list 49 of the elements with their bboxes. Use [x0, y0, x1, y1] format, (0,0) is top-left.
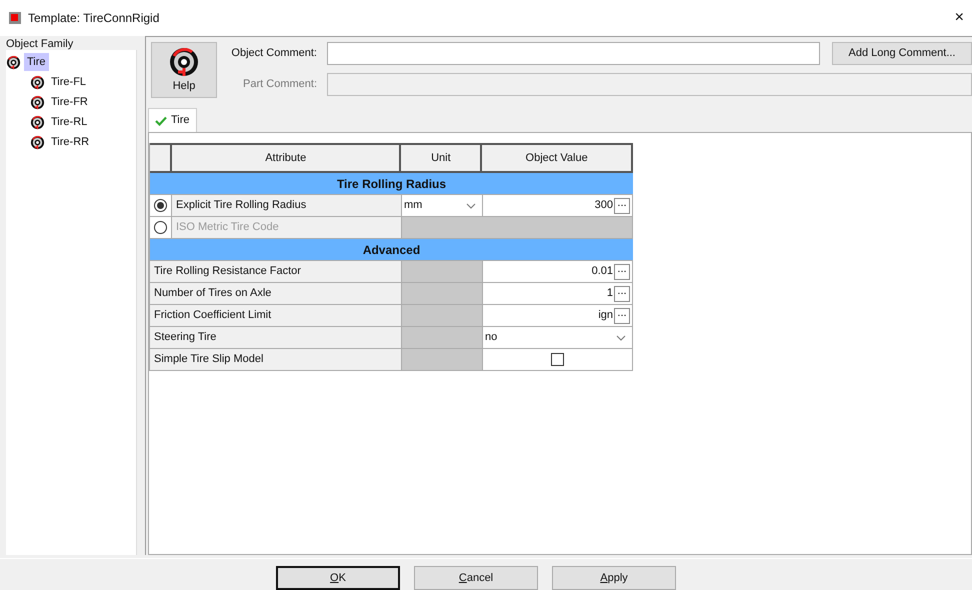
- ellipsis-button[interactable]: ...: [614, 198, 630, 214]
- table-cell-text: 1: [606, 286, 613, 302]
- table-cell: Simple Tire Slip Model: [150, 349, 402, 371]
- help-button[interactable]: Help: [151, 42, 217, 98]
- field-label: Part Comment:: [242, 77, 317, 92]
- close-button[interactable]: ×: [954, 10, 964, 26]
- table-cell: Friction Coefficient Limit: [150, 305, 402, 327]
- app-icon: [8, 11, 22, 25]
- tree-item[interactable]: Tire-FR: [48, 92, 91, 112]
- dialog-button[interactable]: OK: [276, 566, 400, 590]
- table-cell-text: ign: [598, 308, 613, 324]
- table-cell: Steering Tire: [150, 327, 402, 349]
- caret-icon: [616, 334, 626, 340]
- ellipsis-button[interactable]: ...: [614, 286, 630, 302]
- table-cell: ISO Metric Tire Code: [172, 217, 402, 239]
- column-header: Attribute: [172, 145, 402, 171]
- caret-icon: [466, 202, 476, 208]
- checkbox[interactable]: [551, 353, 564, 366]
- tree-item[interactable]: Tire-RL: [48, 112, 90, 132]
- dialog-button[interactable]: Apply: [552, 566, 676, 590]
- tree-item[interactable]: Tire: [24, 52, 49, 72]
- table-cell: Explicit Tire Rolling Radius: [172, 195, 402, 217]
- table-cell-text: 300: [594, 198, 613, 214]
- window-title: Template: TireConnRigid: [28, 10, 160, 27]
- tab[interactable]: Tire: [148, 108, 197, 132]
- add-long-comment-button[interactable]: Add Long Comment...: [832, 42, 972, 65]
- section-header: Tire Rolling Radius: [150, 173, 633, 195]
- tire-icon: [30, 74, 45, 90]
- column-header: Unit: [401, 145, 482, 171]
- tire-icon: [30, 94, 45, 110]
- field-label: Object Comment:: [230, 46, 317, 62]
- object-comment-field[interactable]: [327, 42, 820, 65]
- tire-icon: [30, 134, 45, 150]
- tire-help-icon: [168, 46, 200, 78]
- section-header: Advanced: [150, 239, 633, 261]
- value-dropdown[interactable]: no: [483, 327, 633, 349]
- dialog-button[interactable]: Cancel: [414, 566, 538, 590]
- tree-item[interactable]: Tire-RR: [48, 132, 92, 152]
- group-label: Object Family: [6, 38, 74, 50]
- ellipsis-button[interactable]: ...: [614, 308, 630, 324]
- column-header: Object Value: [482, 145, 633, 171]
- table-cell: Number of Tires on Axle: [150, 283, 402, 305]
- check-icon: [155, 116, 167, 126]
- table-cell-text: 0.01: [592, 264, 613, 280]
- ellipsis-button[interactable]: ...: [614, 264, 630, 280]
- radio-button[interactable]: [154, 199, 167, 212]
- tree-item[interactable]: Tire-FL: [48, 72, 90, 92]
- table-cell: Tire Rolling Resistance Factor: [150, 261, 402, 283]
- tire-icon: [30, 114, 45, 130]
